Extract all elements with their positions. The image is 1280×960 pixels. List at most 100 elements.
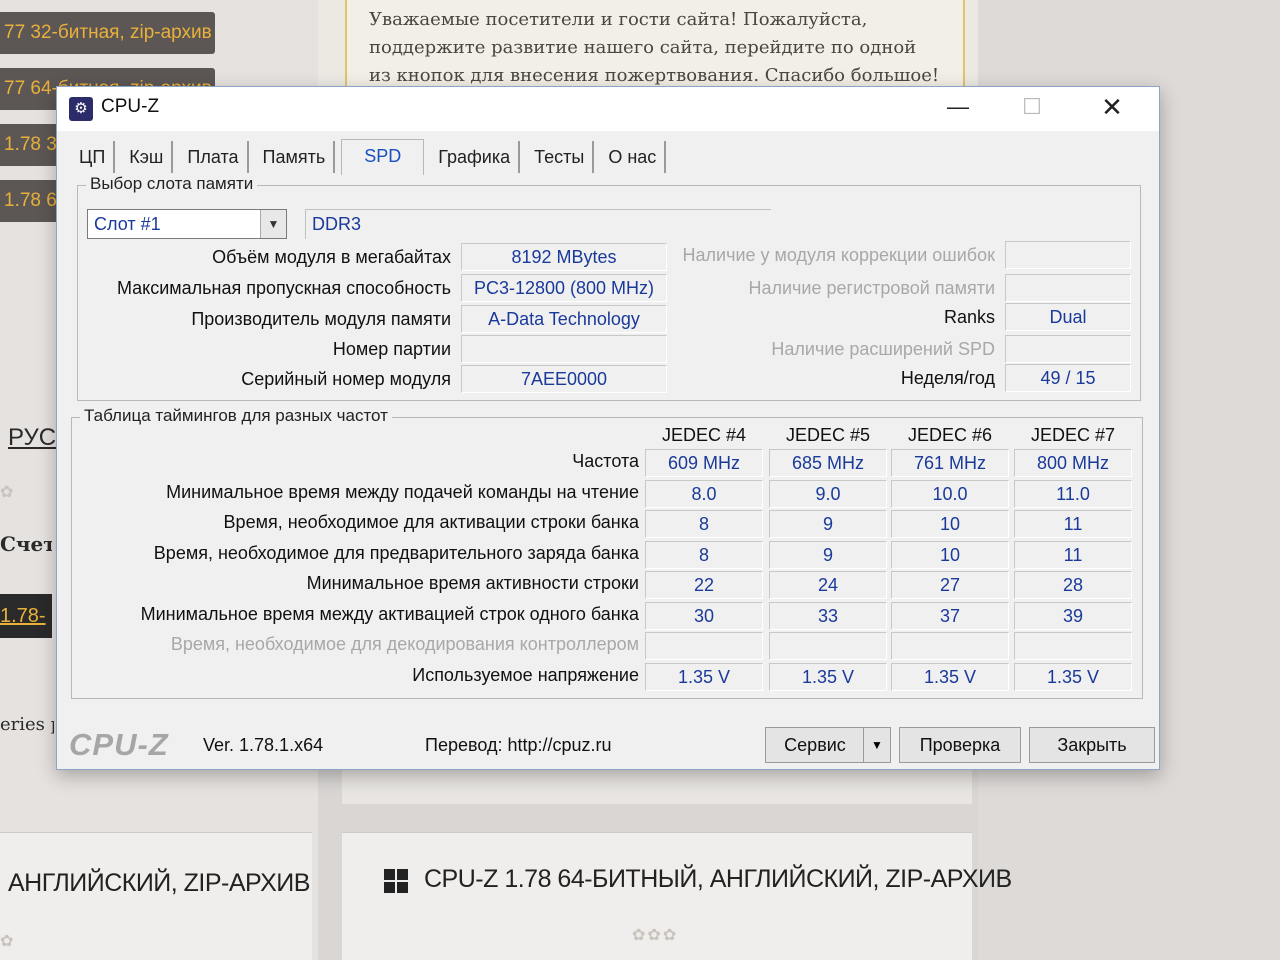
download-card-left-title[interactable]: АНГЛИЙСКИЙ, ZIP-АРХИВ [8, 869, 310, 898]
timing-cell: 27 [891, 571, 1009, 599]
close-button[interactable]: Закрыть [1029, 727, 1155, 763]
tab-cpu[interactable]: ЦП [71, 141, 116, 173]
version-text: Ver. 1.78.1.x64 [203, 735, 324, 755]
timing-cell: 28 [1014, 571, 1132, 599]
timing-row-label: Частота [572, 451, 639, 471]
week-year-value: 49 / 15 [1005, 364, 1131, 392]
spd-ext-value [1005, 335, 1131, 363]
module-size-label: Объём модуля в мегабайтах [212, 247, 451, 267]
part-number-label: Номер партии [332, 339, 451, 359]
windows-icon [384, 869, 408, 893]
timing-cell [891, 632, 1009, 660]
cpuz-window: ⚙ CPU-Z — ☐ ✕ ЦП Кэш Плата Память SPD Гр… [56, 86, 1160, 770]
timing-row-label: Используемое напряжение [412, 665, 639, 685]
divider-ornament: ✿✿✿ [632, 925, 679, 944]
tab-memory[interactable]: Память [255, 141, 336, 173]
service-dropdown-arrow[interactable]: ▼ [863, 727, 891, 763]
timing-row-label: Время, необходимое для декодирования кон… [170, 634, 639, 654]
registered-value [1005, 274, 1131, 302]
sidebar-heading[interactable]: РУСС [8, 424, 56, 452]
module-size-value: 8192 MBytes [461, 243, 667, 271]
timing-cell: 11.0 [1014, 480, 1132, 508]
timing-cell: 9 [769, 510, 887, 538]
timing-cell: 8 [645, 541, 763, 569]
timing-cell: 1.35 V [1014, 663, 1132, 691]
validate-button[interactable]: Проверка [899, 727, 1021, 763]
timing-cell: 9 [769, 541, 887, 569]
tab-bar: ЦП Кэш Плата Память SPD Графика Тесты О … [71, 139, 672, 175]
registered-label: Наличие регистровой памяти [748, 278, 995, 298]
spd-ext-label: Наличие расширений SPD [771, 339, 995, 359]
page-block-below-window [342, 770, 972, 804]
download-card-main-title[interactable]: CPU-Z 1.78 64-БИТНЫЙ, АНГЛИЙСКИЙ, ZIP-АР… [424, 865, 1012, 894]
timing-cell: 22 [645, 571, 763, 599]
timing-cell: 685 MHz [769, 449, 887, 477]
maximize-button[interactable]: ☐ [1001, 87, 1063, 131]
timing-cell: 9.0 [769, 480, 887, 508]
timing-row-label: Минимальное время активности строки [306, 573, 639, 593]
slot-select[interactable]: Слот #1 ▼ [87, 209, 287, 239]
column-header-jedec7: JEDEC #7 [1030, 425, 1116, 445]
memory-slot-group-label: Выбор слота памяти [86, 174, 258, 194]
divider-ornament: ✿ [0, 482, 16, 501]
slot-select-value: Слот #1 [94, 214, 161, 234]
timing-cell: 1.35 V [645, 663, 763, 691]
window-title: CPU-Z [101, 96, 160, 117]
tab-graphics[interactable]: Графика [430, 141, 521, 173]
tab-bench[interactable]: Тесты [526, 141, 595, 173]
cpuz-app-icon: ⚙ [69, 97, 93, 121]
timing-cell: 800 MHz [1014, 449, 1132, 477]
timing-cell: 8 [645, 510, 763, 538]
timing-cell [1014, 632, 1132, 660]
cpuz-logo: CPU-Z [69, 727, 169, 762]
timing-cell: 1.35 V [891, 663, 1009, 691]
timing-row-label: Время, необходимое для активации строки … [223, 512, 639, 532]
timing-cell: 8.0 [645, 480, 763, 508]
download-card-left[interactable]: АНГЛИЙСКИЙ, ZIP-АРХИВ ✿ [0, 832, 312, 960]
column-header-jedec4: JEDEC #4 [661, 425, 747, 445]
ranks-label: Ranks [943, 307, 995, 327]
timing-cell: 24 [769, 571, 887, 599]
close-window-button[interactable]: ✕ [1081, 87, 1143, 131]
ecc-label: Наличие у модуля коррекции ошибок [682, 245, 995, 265]
column-header-jedec6: JEDEC #6 [907, 425, 993, 445]
max-bandwidth-value: PC3-12800 (800 MHz) [461, 274, 667, 302]
timing-cell: 33 [769, 602, 887, 630]
timing-cell [645, 632, 763, 660]
service-button[interactable]: Сервис [765, 727, 865, 763]
tab-mainboard[interactable]: Плата [179, 141, 249, 173]
timing-cell: 39 [1014, 602, 1132, 630]
divider-ornament: ✿ [0, 931, 16, 950]
timing-cell: 10.0 [891, 480, 1009, 508]
tab-about[interactable]: О нас [600, 141, 667, 173]
timing-cell: 11 [1014, 541, 1132, 569]
sidebar-download-link[interactable]: 1.78- [0, 594, 52, 638]
ecc-value [1005, 241, 1131, 269]
timing-cell: 761 MHz [891, 449, 1009, 477]
timing-cell: 10 [891, 541, 1009, 569]
timing-row-label: Время, необходимое для предварительного … [153, 543, 639, 563]
timing-row-label: Минимальное время между активацией строк… [140, 604, 639, 624]
serial-number-value: 7AEE0000 [461, 365, 667, 393]
manufacturer-value: A-Data Technology [461, 305, 667, 333]
title-bar[interactable]: ⚙ CPU-Z — ☐ ✕ [57, 87, 1159, 131]
memory-type-field: DDR3 [305, 209, 771, 239]
ranks-value: Dual [1005, 303, 1131, 331]
part-number-value [461, 335, 667, 363]
timing-cell: 10 [891, 510, 1009, 538]
week-year-label: Неделя/год [900, 368, 995, 388]
manufacturer-label: Производитель модуля памяти [191, 309, 451, 329]
timing-cell [769, 632, 887, 660]
timing-row-label: Минимальное время между подачей команды … [166, 482, 639, 502]
download-button-32bit-zip[interactable]: 77 32-битная, zip-архив [0, 12, 215, 54]
download-card-main[interactable]: CPU-Z 1.78 64-БИТНЫЙ, АНГЛИЙСКИЙ, ZIP-АР… [342, 832, 1012, 960]
minimize-button[interactable]: — [927, 87, 989, 131]
column-header-jedec5: JEDEC #5 [785, 425, 871, 445]
timing-cell: 11 [1014, 510, 1132, 538]
tab-spd[interactable]: SPD [341, 139, 425, 175]
timing-cell: 37 [891, 602, 1009, 630]
tab-cache[interactable]: Кэш [121, 141, 174, 173]
sidebar-counter-label: Счет [0, 532, 52, 556]
timing-cell: 609 MHz [645, 449, 763, 477]
chevron-down-icon[interactable]: ▼ [260, 210, 286, 238]
